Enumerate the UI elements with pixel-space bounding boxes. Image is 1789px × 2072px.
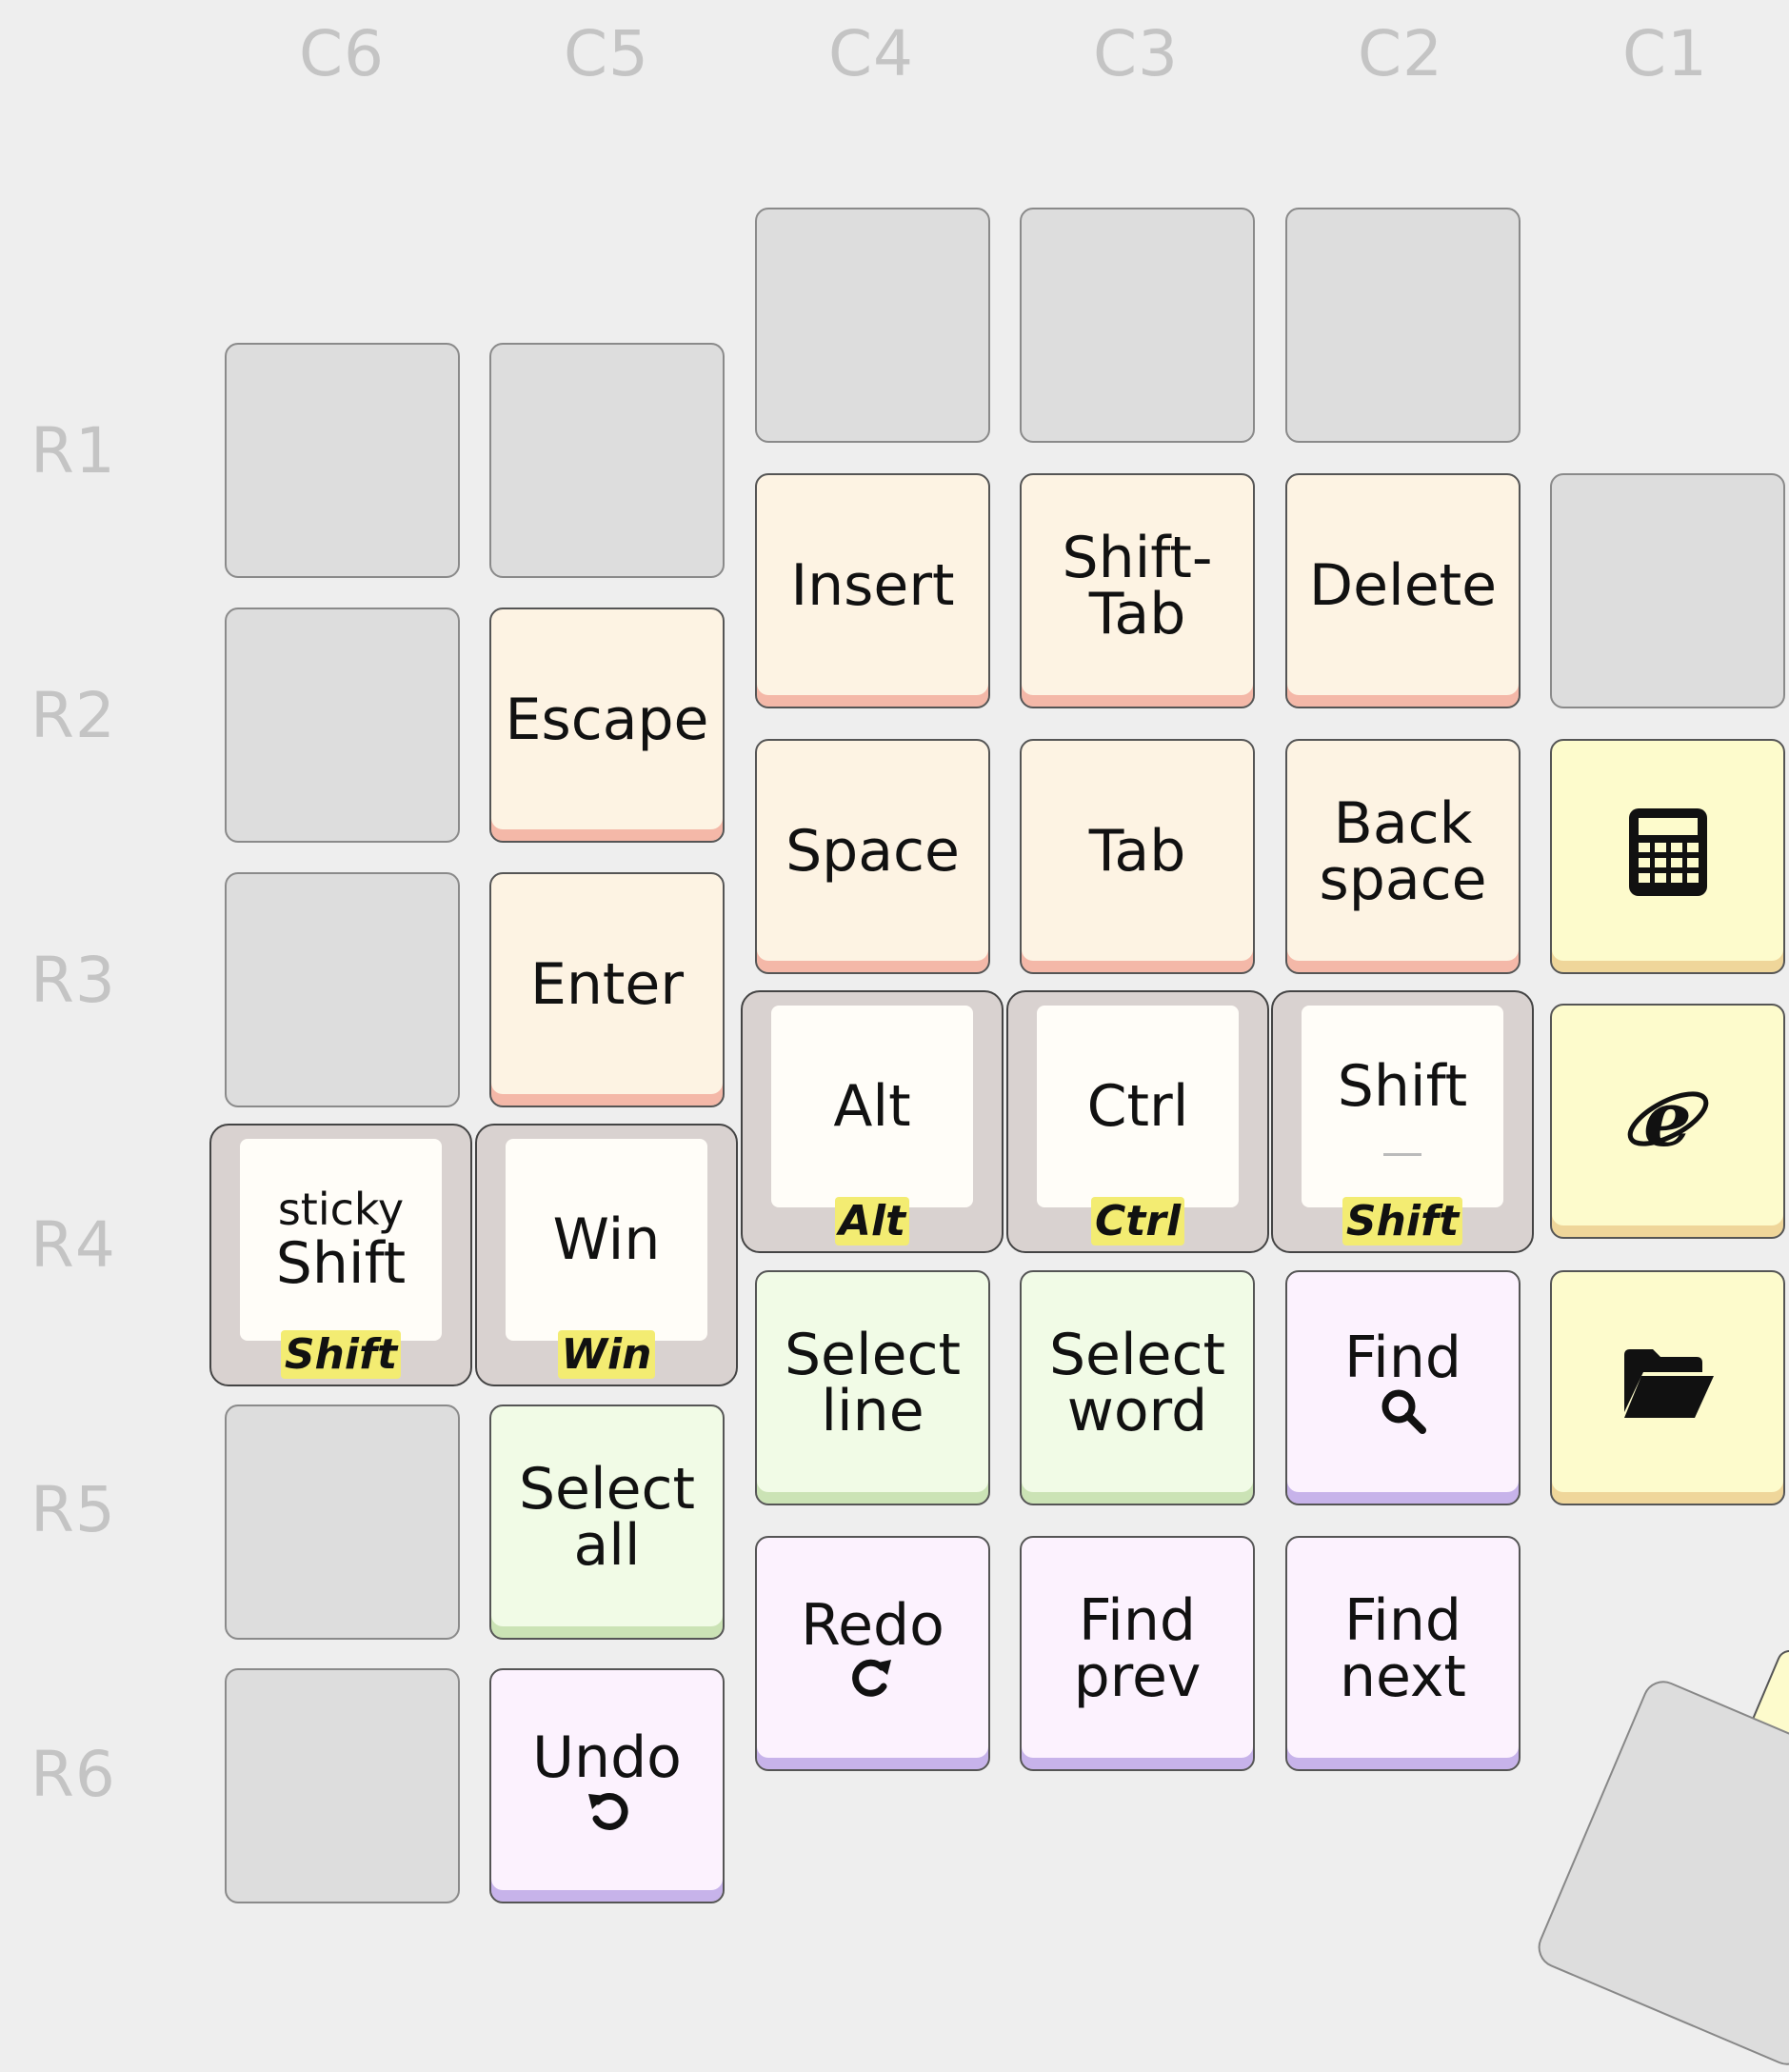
key-browser[interactable]: e [1550,1004,1785,1239]
row-label-r6: R6 [30,1738,116,1811]
key-c6-r3[interactable] [225,872,460,1107]
internet-explorer-icon: e [1627,1074,1708,1163]
column-label-c4: C4 [827,17,915,90]
space-label: Space [785,818,960,886]
find-prev-label-2: prev [1073,1643,1202,1710]
row-label-r5: R5 [30,1473,116,1546]
row-label-r2: R2 [30,679,116,752]
key-calculator[interactable] [1550,739,1785,974]
sticky-shift-hold-label: Shift [280,1330,402,1379]
key-backspace[interactable]: Back space [1285,739,1521,974]
sticky-label: sticky [277,1184,405,1235]
row-label-r1: R1 [30,414,116,488]
redo-label: Redo [801,1592,944,1660]
key-shift[interactable]: Shift Shift [1271,990,1534,1253]
key-c4-r0[interactable] [755,208,990,443]
backspace-label-2: space [1319,846,1487,913]
undo-label: Undo [532,1724,682,1792]
delete-label: Delete [1308,552,1498,620]
key-undo[interactable]: Undo [489,1668,725,1903]
insert-label: Insert [790,552,955,620]
key-select-word[interactable]: Select word [1020,1270,1255,1505]
key-insert[interactable]: Insert [755,473,990,708]
svg-text:e: e [1643,1074,1692,1163]
enter-label: Enter [529,951,685,1019]
column-label-c2: C2 [1357,17,1444,90]
select-word-label-2: word [1066,1377,1208,1444]
alt-label: Alt [833,1073,911,1140]
folder-open-icon [1623,1348,1714,1418]
row-label-r3: R3 [30,944,116,1017]
key-file-explorer[interactable] [1550,1270,1785,1505]
key-c6-r6[interactable] [225,1668,460,1903]
key-c3-r0[interactable] [1020,208,1255,443]
tab-label: Tab [1088,818,1186,886]
shift-label: Shift [1337,1052,1468,1120]
row-label-r4: R4 [30,1208,116,1282]
key-space[interactable]: Space [755,739,990,974]
key-c2-r0[interactable] [1285,208,1521,443]
magnifier-icon [1382,1389,1426,1434]
thumb-key-partial[interactable] [1531,1674,1789,2072]
key-find[interactable]: Find [1285,1270,1521,1505]
sticky-shift-label: Shift [275,1230,407,1297]
calculator-icon [1628,807,1707,896]
ctrl-hold-label: Ctrl [1090,1197,1185,1245]
key-select-line[interactable]: Select line [755,1270,990,1505]
key-c6-r2[interactable] [225,608,460,843]
key-c6-r1[interactable] [225,343,460,578]
ctrl-label: Ctrl [1086,1073,1189,1140]
key-select-all[interactable]: Select all [489,1405,725,1640]
escape-label: Escape [505,687,709,754]
key-sticky-shift[interactable]: sticky Shift Shift [209,1124,472,1386]
key-enter[interactable]: Enter [489,872,725,1107]
key-find-prev[interactable]: Find prev [1020,1536,1255,1771]
shift-hold-label: Shift [1342,1197,1463,1245]
key-c5-r1[interactable] [489,343,725,578]
key-escape[interactable]: Escape [489,608,725,843]
win-hold-label: Win [557,1330,656,1379]
shift-dash [1383,1152,1421,1156]
find-next-label-2: next [1340,1643,1466,1710]
key-redo[interactable]: Redo [755,1536,990,1771]
win-label: Win [552,1206,661,1273]
key-win[interactable]: Win Win [475,1124,738,1386]
column-label-c6: C6 [298,17,386,90]
redo-arrow-icon [852,1659,892,1697]
undo-arrow-icon [587,1792,628,1830]
key-c1-r1[interactable] [1550,473,1785,708]
key-ctrl[interactable]: Ctrl Ctrl [1006,990,1269,1253]
key-shift-tab[interactable]: Shift- Tab [1020,473,1255,708]
column-label-c1: C1 [1621,17,1709,90]
alt-hold-label: Alt [834,1197,910,1245]
key-delete[interactable]: Delete [1285,473,1521,708]
key-c6-r5[interactable] [225,1405,460,1640]
shift-tab-label-2: Tab [1088,580,1186,648]
key-alt[interactable]: Alt Alt [741,990,1004,1253]
key-tab[interactable]: Tab [1020,739,1255,974]
find-label: Find [1344,1325,1461,1392]
column-label-c5: C5 [563,17,650,90]
key-find-next[interactable]: Find next [1285,1536,1521,1771]
select-all-label-2: all [573,1511,641,1579]
column-label-c3: C3 [1092,17,1180,90]
select-line-label-2: line [821,1377,924,1444]
